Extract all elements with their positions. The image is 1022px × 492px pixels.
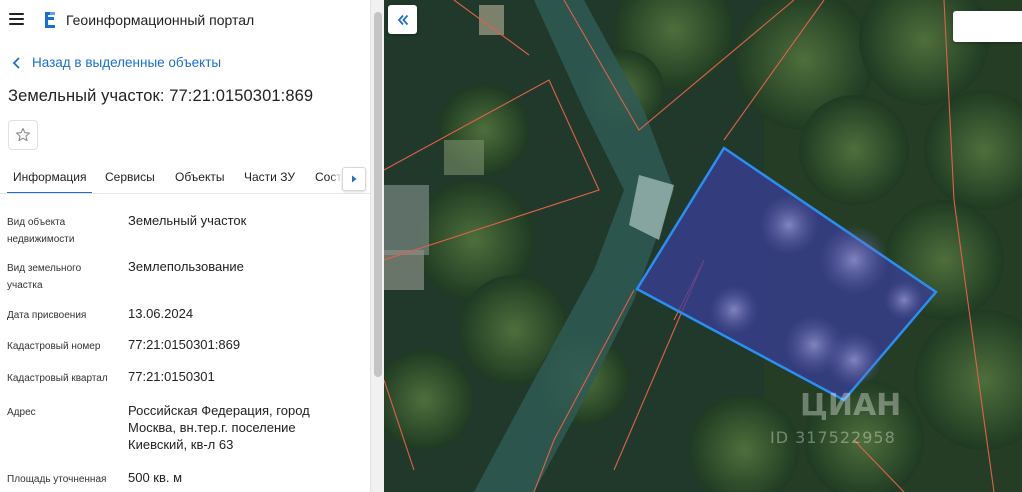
chevron-left-icon — [12, 56, 20, 69]
watermark-brand: ЦИАН — [800, 388, 902, 423]
field-label: Вид объекта недвижимости — [7, 217, 75, 245]
back-link-label: Назад в выделенные объекты — [32, 55, 222, 70]
favorite-button[interactable] — [8, 120, 38, 150]
tabs-scroll-right-button[interactable] — [342, 167, 366, 191]
caret-right-icon — [352, 175, 357, 183]
page-title: Земельный участок: 77:21:0150301:869 — [8, 87, 314, 105]
field-value: 77:21:0150301:869 — [128, 337, 241, 352]
hamburger-menu-icon[interactable] — [9, 13, 24, 25]
tab-parcel-parts[interactable]: Части ЗУ — [244, 170, 295, 184]
star-icon — [16, 127, 30, 142]
panel-scrollbar[interactable] — [370, 0, 384, 492]
field-label: Кадастровый квартал — [7, 373, 108, 384]
field-value: 77:21:0150301 — [128, 369, 215, 384]
tab-services[interactable]: Сервисы — [105, 170, 155, 184]
double-chevron-left-icon — [397, 14, 408, 25]
field-label: Вид земельного участка — [7, 263, 82, 291]
tab-bar: Информация Сервисы Объекты Части ЗУ Сост… — [0, 162, 370, 194]
field-value: 500 кв. м — [128, 470, 183, 485]
map-view[interactable] — [384, 0, 1022, 492]
field-label: Адрес — [7, 407, 36, 418]
field-value: 13.06.2024 — [128, 306, 194, 321]
collapse-panel-button[interactable] — [388, 5, 417, 34]
tab-objects[interactable]: Объекты — [175, 170, 225, 184]
satellite-imagery — [384, 0, 1022, 492]
app-header: Геоинформационный портал — [0, 0, 370, 40]
field-value: Земельный участок — [128, 213, 247, 228]
field-label: Площадь уточненная — [7, 474, 107, 485]
back-to-selected-link[interactable]: Назад в выделенные объекты — [10, 55, 221, 70]
field-value: Землепользование — [128, 259, 244, 274]
field-value: Российская Федерация, город Москва, вн.т… — [128, 403, 310, 452]
field-label: Кадастровый номер — [7, 341, 101, 352]
map-search-control[interactable] — [953, 11, 1022, 42]
scrollbar-thumb[interactable] — [374, 12, 382, 377]
watermark-id: ID 317522958 — [770, 428, 896, 447]
field-label: Дата присвоения — [7, 310, 87, 321]
portal-logo-icon — [45, 12, 55, 28]
info-panel: Геоинформационный портал Назад в выделен… — [0, 0, 384, 492]
tab-fade — [330, 163, 342, 193]
tab-information[interactable]: Информация — [6, 170, 94, 193]
app-title: Геоинформационный портал — [66, 12, 255, 28]
